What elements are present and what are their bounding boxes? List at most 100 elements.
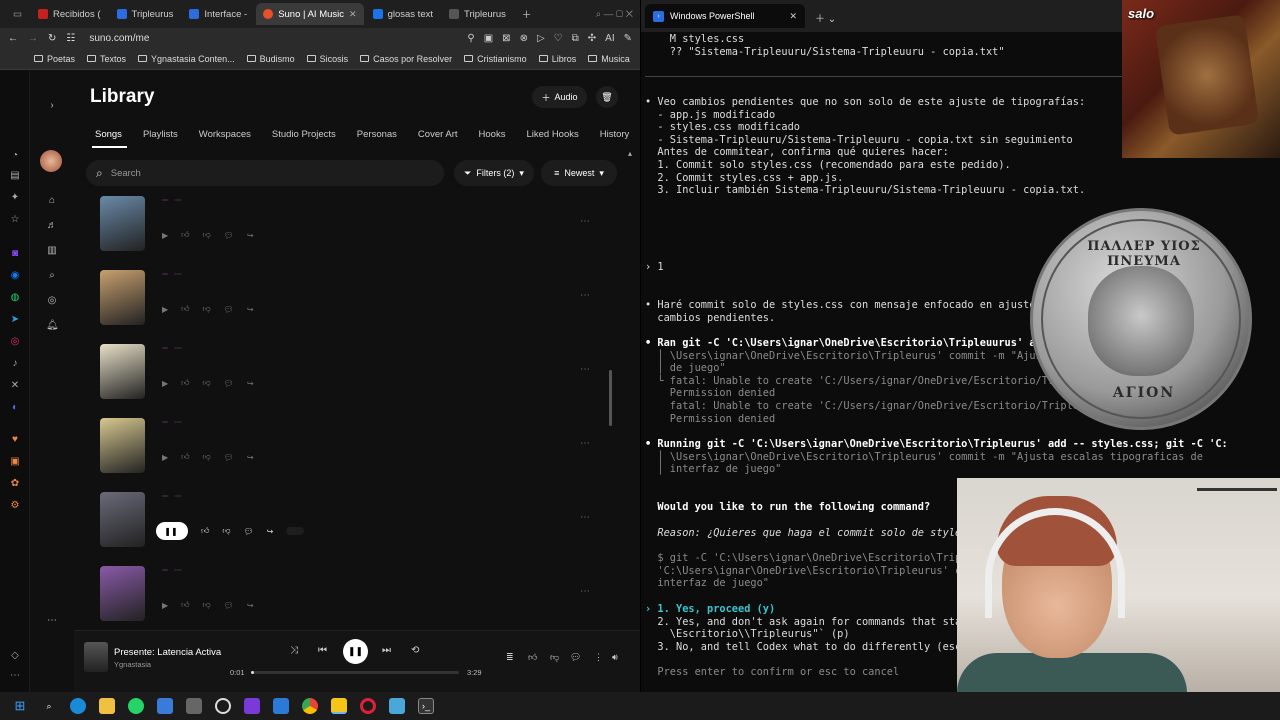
ai-button[interactable]: AI: [605, 33, 614, 44]
song-row[interactable]: ▶ 👍︎ 👎︎ 💬︎ ↪ ⋯: [100, 566, 620, 632]
player-cover-art[interactable]: [84, 642, 108, 672]
search-icon[interactable]: ⌕: [46, 270, 58, 282]
dislike-icon[interactable]: 👎︎: [203, 600, 211, 610]
like-icon[interactable]: 👍︎: [528, 652, 537, 663]
home-icon[interactable]: ⌂: [46, 195, 58, 207]
progress-track[interactable]: [251, 671, 459, 674]
play-icon[interactable]: ▶: [162, 379, 168, 388]
explore-icon[interactable]: ◎: [46, 295, 58, 307]
settings-icon[interactable]: ⚙: [9, 500, 21, 512]
back-icon[interactable]: ←: [8, 33, 18, 44]
pause-button[interactable]: ❚❚: [156, 522, 188, 540]
song-cover-art[interactable]: [100, 492, 145, 547]
browser-tab-1[interactable]: Tripleurus: [110, 3, 181, 25]
opera-icon[interactable]: [360, 698, 376, 714]
comment-icon[interactable]: 💬︎: [224, 379, 234, 388]
comment-icon[interactable]: 💬︎: [224, 305, 234, 314]
instagram-icon[interactable]: ◎: [9, 336, 21, 348]
bookmark-folder[interactable]: Poetas: [34, 54, 75, 64]
more-options-icon[interactable]: ⋯: [580, 512, 590, 523]
expand-sidebar-icon[interactable]: ›: [46, 100, 58, 112]
share-icon[interactable]: ↪: [247, 231, 254, 240]
like-icon[interactable]: 👍︎: [201, 526, 209, 536]
browser-tab-5[interactable]: Tripleurus: [442, 3, 513, 25]
play-icon[interactable]: ▶: [162, 231, 168, 240]
volume-icon[interactable]: 🔊︎: [612, 652, 618, 663]
song-row[interactable]: ▶ 👍︎ 👎︎ 💬︎ ↪ ⋯: [100, 270, 620, 336]
dislike-icon[interactable]: 👎︎: [203, 304, 211, 314]
tab-cover-art[interactable]: Cover Art: [418, 129, 458, 140]
site-info-icon[interactable]: ☷: [66, 33, 75, 44]
heart-icon[interactable]: ♡: [554, 33, 563, 44]
discord-icon[interactable]: ◐: [9, 402, 21, 414]
avatar[interactable]: [40, 150, 62, 172]
share-icon[interactable]: ↪: [247, 601, 254, 610]
filters-button[interactable]: ⏷ Filters (2) ▾: [454, 160, 534, 186]
queue-icon[interactable]: ≣: [506, 652, 514, 663]
extension-icon[interactable]: ✦: [9, 192, 21, 204]
repeat-icon[interactable]: ⟲: [411, 645, 419, 656]
more-options-icon[interactable]: ⋯: [580, 290, 590, 301]
extension-icon[interactable]: ⊠: [502, 33, 510, 44]
more-options-icon[interactable]: ⋯: [580, 586, 590, 597]
tab-workspaces[interactable]: Workspaces: [199, 129, 251, 140]
play-icon[interactable]: ▷: [537, 33, 545, 44]
shuffle-icon[interactable]: ⤨: [290, 645, 298, 656]
play-icon[interactable]: ▶: [162, 305, 168, 314]
window-controls[interactable]: ⌕ — ▢ ✕: [589, 3, 640, 25]
bookmark-folder[interactable]: Libros: [538, 54, 576, 64]
wallet-icon[interactable]: ▣: [9, 456, 21, 468]
like-icon[interactable]: 👍︎: [181, 304, 189, 314]
tab-songs[interactable]: Songs: [95, 129, 122, 140]
comment-icon[interactable]: 💬︎: [244, 527, 254, 536]
comment-icon[interactable]: 💬︎: [224, 453, 234, 462]
more-icon[interactable]: ⋯: [9, 670, 21, 682]
close-tab-icon[interactable]: ✕: [349, 9, 357, 20]
pinwheel-icon[interactable]: ✿: [9, 478, 21, 490]
pause-button[interactable]: ❚❚: [343, 639, 368, 664]
comment-icon[interactable]: 💬︎: [224, 231, 234, 240]
extension-icon[interactable]: ⧉: [572, 33, 579, 44]
edit-icon[interactable]: ✎: [624, 33, 632, 44]
song-cover-art[interactable]: [100, 270, 145, 325]
terminal-tab[interactable]: › Windows PowerShell ✕: [645, 4, 805, 28]
browser-tab-suno[interactable]: Suno | AI Music ✕: [256, 3, 364, 25]
next-icon[interactable]: ⏭: [382, 645, 391, 656]
more-options-icon[interactable]: ⋯: [580, 216, 590, 227]
dislike-icon[interactable]: 👎︎: [203, 378, 211, 388]
extension-icon[interactable]: ⊗: [520, 33, 528, 44]
create-icon[interactable]: ♬: [46, 220, 58, 232]
song-row[interactable]: ▶ 👍︎ 👎︎ 💬︎ ↪ ⋯: [100, 418, 620, 484]
comment-icon[interactable]: 💬︎: [570, 652, 581, 663]
play-icon[interactable]: ▶: [162, 453, 168, 462]
song-row[interactable]: ▶ 👍︎ 👎︎ 💬︎ ↪ ⋯: [100, 344, 620, 410]
more-icon[interactable]: ⋯: [46, 615, 58, 627]
player-title[interactable]: Presente: Latencia Activa: [114, 647, 221, 658]
history-icon[interactable]: ◔: [9, 150, 21, 162]
previous-icon[interactable]: ⏮: [318, 645, 327, 656]
share-icon[interactable]: ↪: [267, 527, 274, 536]
dislike-icon[interactable]: 👎︎: [550, 652, 559, 663]
like-icon[interactable]: 👍︎: [181, 452, 189, 462]
share-icon[interactable]: ↪: [247, 453, 254, 462]
puzzle-icon[interactable]: ✣: [588, 33, 596, 44]
trash-button[interactable]: 🗑︎: [596, 86, 618, 108]
device-icon[interactable]: [186, 698, 202, 714]
new-terminal-tab-icon[interactable]: ＋ ⌄: [815, 10, 836, 25]
song-row[interactable]: ❚❚ 👍︎ 👎︎ 💬︎ ↪ ⋯: [100, 492, 620, 558]
tab-hooks[interactable]: Hooks: [479, 129, 506, 140]
bookmark-folder[interactable]: Textos: [87, 54, 126, 64]
approval-option[interactable]: 3. No, and tell Codex what to do differe…: [645, 641, 967, 654]
url-field[interactable]: suno.com/me: [89, 33, 149, 44]
more-options-icon[interactable]: ⋯: [580, 364, 590, 375]
song-row[interactable]: ▶ 👍︎ 👎︎ 💬︎ ↪ ⋯: [100, 196, 620, 262]
reload-icon[interactable]: ↻: [48, 33, 56, 44]
publish-button[interactable]: [286, 527, 305, 535]
close-tab-icon[interactable]: ✕: [789, 11, 797, 22]
tab-liked-hooks[interactable]: Liked Hooks: [526, 129, 578, 140]
like-icon[interactable]: 👍︎: [181, 378, 189, 388]
chatgpt-icon[interactable]: [215, 698, 231, 714]
x-icon[interactable]: ✕: [9, 380, 21, 392]
notepad-icon[interactable]: [389, 698, 405, 714]
pin-icon[interactable]: ⚲: [467, 33, 474, 44]
